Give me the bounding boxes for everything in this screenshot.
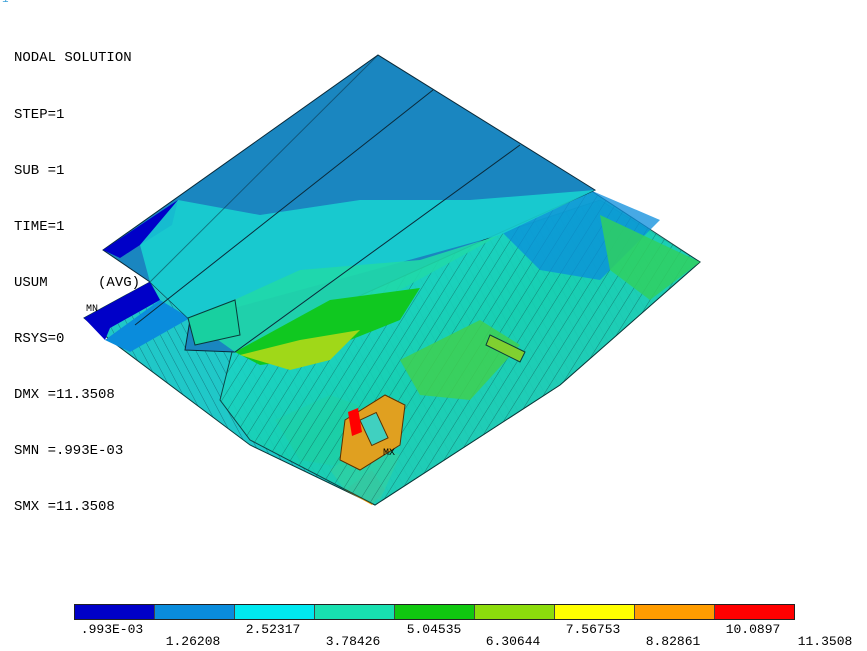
legend-value-9: 11.3508: [797, 634, 853, 649]
legend-swatch: [635, 605, 715, 619]
legend-swatch: [75, 605, 155, 619]
min-marker: MN: [86, 304, 98, 315]
legend-swatch: [155, 605, 235, 619]
legend-swatch: [475, 605, 555, 619]
contour-legend-bar: [74, 604, 795, 620]
legend-swatch: [555, 605, 635, 619]
legend-value-7: 8.82861: [645, 634, 701, 649]
legend-value-0: .993E-03: [80, 622, 144, 637]
legend-value-5: 6.30644: [485, 634, 541, 649]
legend-value-3: 3.78426: [325, 634, 381, 649]
legend-swatch: [235, 605, 315, 619]
max-marker: MX: [383, 448, 395, 459]
legend-swatch: [315, 605, 395, 619]
legend-swatch: [395, 605, 475, 619]
legend-value-6: 7.56753: [565, 622, 621, 637]
legend-value-1: 1.26208: [165, 634, 221, 649]
legend-value-4: 5.04535: [406, 622, 462, 637]
fe-model-contour-plot: MN MX: [83, 54, 701, 506]
legend-value-8: 10.0897: [725, 622, 781, 637]
legend-value-2: 2.52317: [245, 622, 301, 637]
legend-swatch: [715, 605, 794, 619]
